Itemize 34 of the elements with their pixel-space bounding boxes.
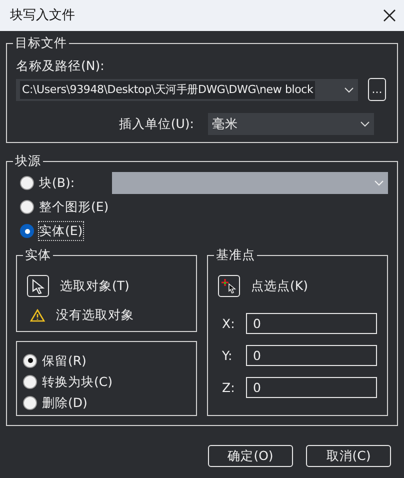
chevron-icon xyxy=(360,121,370,127)
coordinate-field[interactable]: 0 xyxy=(246,313,377,334)
radio-button[interactable]: 保留(R) xyxy=(19,350,196,371)
radio-button[interactable]: 整个图形(E) xyxy=(16,197,109,217)
group-label: 目标文件 xyxy=(13,34,69,52)
dialog-button[interactable]: 取消(C) xyxy=(306,445,391,467)
radio-button[interactable]: 删除(D) xyxy=(19,392,196,413)
field-label: 名称及路径(N): xyxy=(16,57,106,75)
warning-text: 没有选取对象 xyxy=(56,306,134,324)
warning-icon xyxy=(30,308,45,322)
select-objects-label: 选取对象(T) xyxy=(60,277,130,295)
radio-button[interactable]: 实体(E) xyxy=(16,221,83,241)
coordinate-label: X: xyxy=(222,314,236,332)
path-combo[interactable]: C:\Users\93948\Desktop\天河手册DWG\DWG\new block xyxy=(16,78,358,100)
coordinate-label: Z: xyxy=(222,378,236,396)
group-label: 基准点 xyxy=(214,246,257,264)
group-label: 块源 xyxy=(13,152,43,170)
close-icon[interactable] xyxy=(383,9,396,22)
select-objects-button[interactable] xyxy=(27,275,49,297)
field-label: 插入单位(U): xyxy=(118,115,194,133)
pick-point-label: 点选点(K) xyxy=(251,277,308,295)
group-label: 实体 xyxy=(23,246,53,264)
pick-point-button[interactable] xyxy=(218,275,240,297)
chevron-icon xyxy=(374,180,384,186)
coordinate-label: Y: xyxy=(222,346,234,364)
coordinate-field[interactable]: 0 xyxy=(246,377,377,398)
chevron-icon xyxy=(344,86,354,92)
radio-button[interactable]: 块(B): xyxy=(16,172,75,192)
browse-button[interactable]: ... xyxy=(368,78,386,101)
coordinate-field[interactable]: 0 xyxy=(246,345,377,366)
window-title: 块写入文件 xyxy=(10,6,75,24)
dialog-button[interactable]: 确定(O) xyxy=(208,445,293,467)
radio-button[interactable]: 转换为块(C) xyxy=(19,371,196,392)
unit-combo[interactable]: 毫米 xyxy=(208,113,374,135)
